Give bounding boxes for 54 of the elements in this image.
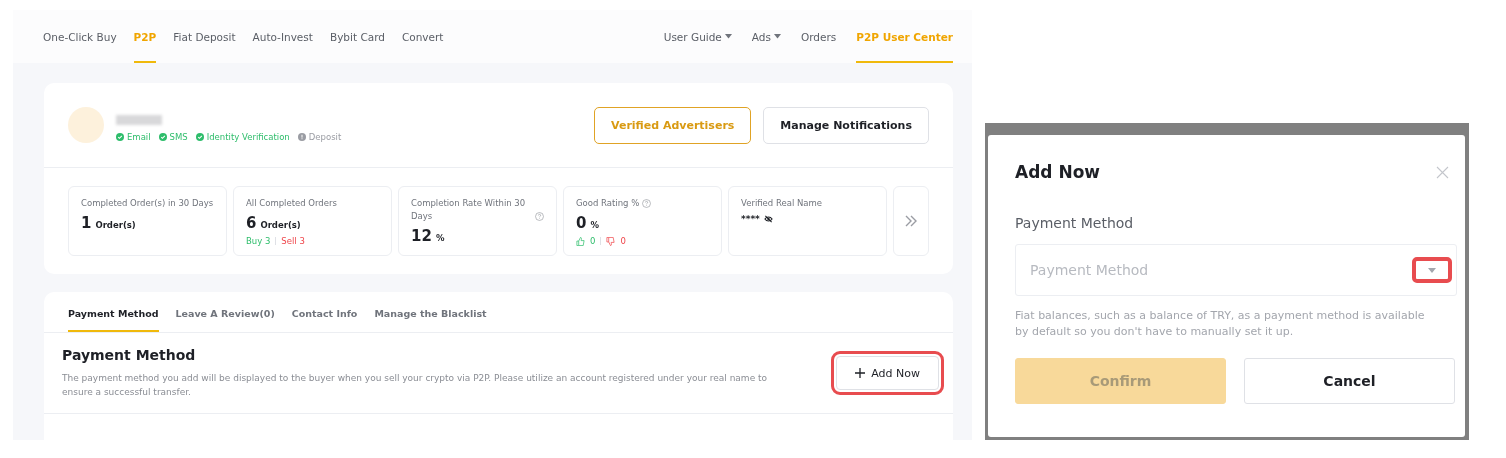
stat-unit: % bbox=[435, 233, 445, 243]
nav-link[interactable]: Orders bbox=[800, 10, 837, 63]
stat-label: Good Rating % bbox=[576, 197, 640, 210]
verification-label: Identity Verification bbox=[206, 131, 290, 142]
plus-icon bbox=[855, 368, 866, 378]
stat-label: Completion Rate Within 30 Days bbox=[411, 197, 527, 223]
stat-unit: Order(s) bbox=[260, 220, 301, 230]
dropdown-arrow-icon[interactable] bbox=[1428, 267, 1436, 273]
nav-link[interactable]: One-Click Buy bbox=[43, 10, 117, 63]
thumbs-down-icon bbox=[606, 236, 616, 246]
nav-link[interactable]: Fiat Deposit bbox=[173, 10, 236, 63]
verification-label: SMS bbox=[169, 131, 188, 142]
nav-link[interactable]: User Guide bbox=[663, 10, 732, 63]
tab[interactable]: Contact Info bbox=[291, 292, 358, 332]
sell-count: Sell 3 bbox=[281, 236, 305, 246]
nav-link[interactable]: Auto-Invest bbox=[252, 10, 313, 63]
masked-name: **** bbox=[741, 214, 760, 224]
help-icon[interactable] bbox=[535, 212, 544, 221]
cancel-button[interactable]: Cancel bbox=[1244, 358, 1455, 404]
thumbs-up-icon bbox=[576, 236, 585, 246]
hint-text: Fiat balances, such as a balance of TRY, as a payment method is available by default so you don't have to manually set it up. bbox=[1015, 308, 1426, 340]
dislike-count: 0 bbox=[620, 236, 626, 246]
nav-link[interactable]: Convert bbox=[401, 10, 444, 63]
nav-link[interactable]: Ads bbox=[751, 10, 781, 63]
tab[interactable]: Payment Method bbox=[68, 292, 159, 332]
like-count: 0 bbox=[590, 236, 596, 246]
notifications-button[interactable]: Manage Notifications bbox=[763, 106, 929, 144]
stat-value: 6 bbox=[246, 214, 257, 232]
avatar bbox=[68, 107, 104, 143]
stat-label: Verified Real Name bbox=[741, 197, 823, 210]
close-icon[interactable] bbox=[1436, 165, 1449, 179]
eye-off-icon[interactable] bbox=[763, 215, 773, 223]
double-chevron-icon bbox=[904, 215, 918, 227]
stat-value: 0 bbox=[576, 214, 587, 232]
nav-link[interactable]: Bybit Card bbox=[329, 10, 385, 63]
section-title: Payment Method bbox=[62, 347, 197, 363]
modal-title: Add Now bbox=[1015, 162, 1101, 182]
stat-value: 1 bbox=[81, 214, 92, 232]
more-button[interactable] bbox=[893, 186, 929, 256]
help-icon[interactable] bbox=[642, 199, 652, 208]
tab[interactable]: Leave A Review(0) bbox=[175, 292, 275, 332]
buy-count: Buy 3 bbox=[246, 236, 271, 246]
stat-value: 12 bbox=[411, 227, 432, 245]
tab[interactable]: Manage the Blacklist bbox=[374, 292, 487, 332]
verification-label: Email bbox=[127, 131, 151, 142]
stat-unit: Order(s) bbox=[95, 220, 136, 230]
stat-label: Completed Order(s) in 30 Days bbox=[81, 197, 214, 210]
stat-label: All Completed Orders bbox=[246, 197, 337, 210]
field-label: Payment Method bbox=[1015, 215, 1135, 231]
stat-unit: % bbox=[590, 220, 599, 230]
verification-label: Deposit bbox=[308, 131, 342, 142]
redacted-username bbox=[116, 114, 162, 125]
section-description: The payment method you add will be displayed to the buyer when you sell your crypto via P2P. Please utilize an account registered under your real name to ensure a successful transfer. bbox=[62, 372, 769, 399]
payment-method-select[interactable]: Payment Method bbox=[1015, 244, 1457, 296]
